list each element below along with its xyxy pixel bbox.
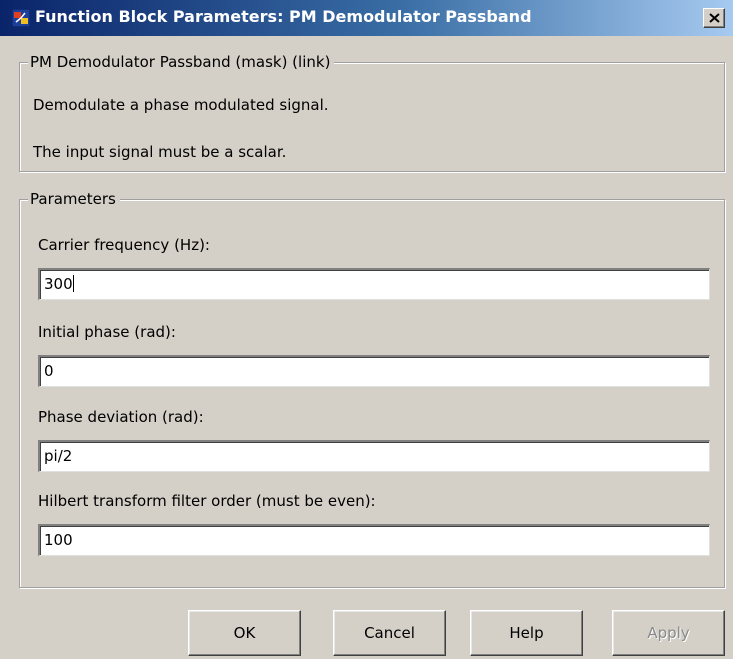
description-line-2: The input signal must be a scalar. xyxy=(33,143,287,161)
hilbert-filter-order-label: Hilbert transform filter order (must be … xyxy=(38,492,376,510)
description-group-legend: PM Demodulator Passband (mask) (link) xyxy=(28,53,335,71)
apply-button[interactable]: Apply xyxy=(612,610,725,656)
phase-deviation-input[interactable]: pi/2 xyxy=(38,440,710,472)
carrier-frequency-label: Carrier frequency (Hz): xyxy=(38,236,210,254)
ok-button[interactable]: OK xyxy=(188,610,301,656)
carrier-frequency-input[interactable]: 300 xyxy=(38,268,710,300)
text-cursor xyxy=(72,275,74,292)
close-button[interactable] xyxy=(703,8,725,28)
hilbert-filter-order-input[interactable]: 100 xyxy=(38,524,710,556)
initial-phase-label: Initial phase (rad): xyxy=(38,323,176,341)
title-bar[interactable]: Function Block Parameters: PM Demodulato… xyxy=(0,0,733,36)
help-button[interactable]: Help xyxy=(470,610,583,656)
phase-deviation-label: Phase deviation (rad): xyxy=(38,408,204,426)
phase-deviation-value: pi/2 xyxy=(44,447,73,465)
dialog-window: Function Block Parameters: PM Demodulato… xyxy=(0,0,733,659)
hilbert-filter-order-value: 100 xyxy=(44,531,73,549)
description-line-1: Demodulate a phase modulated signal. xyxy=(33,96,329,114)
window-title: Function Block Parameters: PM Demodulato… xyxy=(35,7,532,26)
simulink-block-icon xyxy=(11,8,31,28)
initial-phase-value: 0 xyxy=(44,362,54,380)
initial-phase-input[interactable]: 0 xyxy=(38,355,710,387)
carrier-frequency-value: 300 xyxy=(44,275,73,293)
cancel-button[interactable]: Cancel xyxy=(333,610,446,656)
parameters-group-legend: Parameters xyxy=(28,190,120,208)
